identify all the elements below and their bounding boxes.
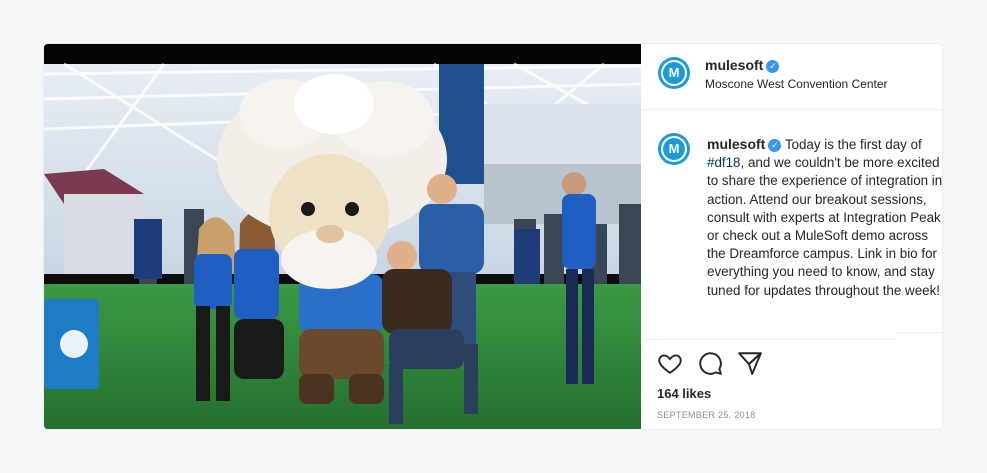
avatar-ring: M [661,136,687,162]
caption-username[interactable]: mulesoft [707,136,765,152]
instagram-post-embed: M mulesoft ✓ Moscone West Convention Cent… [44,44,942,429]
header-username-row: mulesoft ✓ [705,57,780,75]
avatar-logo: M [663,62,685,84]
header-username[interactable]: mulesoft [705,57,763,73]
caption-comment: M mulesoft ✓ Today is the first day of #d… [641,110,942,332]
post-header: M mulesoft ✓ Moscone West Convention Cent… [641,44,942,110]
divider [897,332,942,333]
action-bar [657,350,777,376]
divider [641,339,897,340]
likes-count[interactable]: 164 likes [657,386,711,401]
photo-illustration [44,44,641,429]
hashtag-link[interactable]: #df18 [707,155,741,170]
caption-text: mulesoft ✓ Today is the first day of #df1… [707,135,942,300]
verified-badge-icon: ✓ [768,139,782,152]
post-date[interactable]: SEPTEMBER 25, 2018 [657,410,755,420]
post-sidebar: M mulesoft ✓ Moscone West Convention Cent… [641,44,942,429]
caption-body-start: Today is the first day of [781,137,922,152]
avatar-ring: M [661,60,687,86]
avatar-logo: M [663,138,685,160]
caption-avatar[interactable]: M [658,133,690,165]
heart-icon[interactable] [657,350,683,376]
profile-avatar[interactable]: M [658,57,690,89]
comment-bubble-icon[interactable] [697,350,723,376]
verified-badge-icon: ✓ [766,60,780,73]
caption-body-rest: , and we couldn't be more excited to sha… [707,155,942,298]
post-photo[interactable] [44,44,641,429]
paper-plane-icon[interactable] [737,350,763,376]
post-location[interactable]: Moscone West Convention Center [705,77,888,91]
